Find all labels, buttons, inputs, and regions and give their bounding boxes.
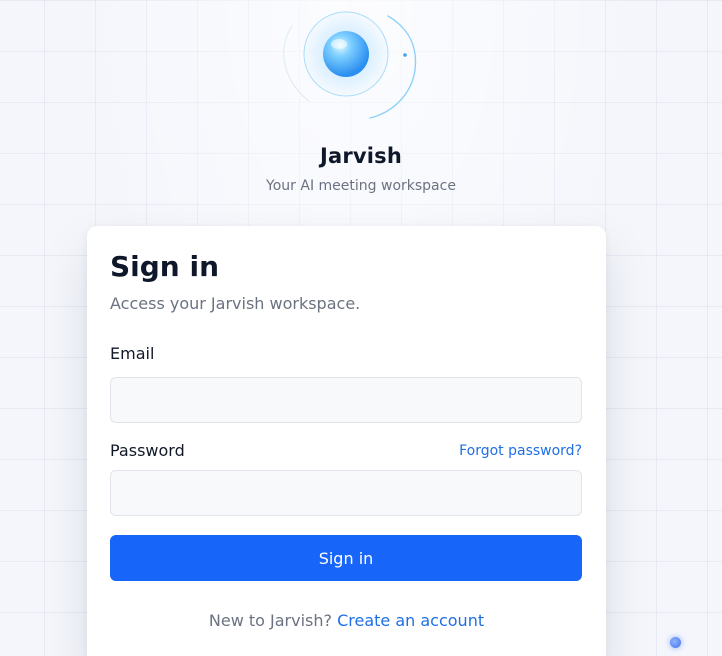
sign-in-button[interactable]: Sign in xyxy=(110,535,582,581)
signup-line: New to Jarvish? Create an account xyxy=(87,611,606,630)
create-account-link[interactable]: Create an account xyxy=(337,611,484,630)
email-field[interactable] xyxy=(110,377,582,423)
page-subtitle: Access your Jarvish workspace. xyxy=(110,294,361,313)
email-label: Email xyxy=(110,344,155,363)
page-title: Sign in xyxy=(110,250,220,283)
orb-orbit-icon xyxy=(283,11,417,119)
password-label: Password xyxy=(110,441,185,460)
signup-prompt: New to Jarvish? xyxy=(208,611,338,630)
floating-dot-icon xyxy=(670,637,681,648)
forgot-password-link[interactable]: Forgot password? xyxy=(459,443,582,459)
signin-card: Sign in Access your Jarvish workspace. E… xyxy=(87,226,606,656)
brand-tagline: Your AI meeting workspace xyxy=(266,178,456,194)
password-field[interactable] xyxy=(110,470,582,516)
brand-logo xyxy=(270,0,430,135)
brand-name: Jarvish xyxy=(319,144,403,168)
